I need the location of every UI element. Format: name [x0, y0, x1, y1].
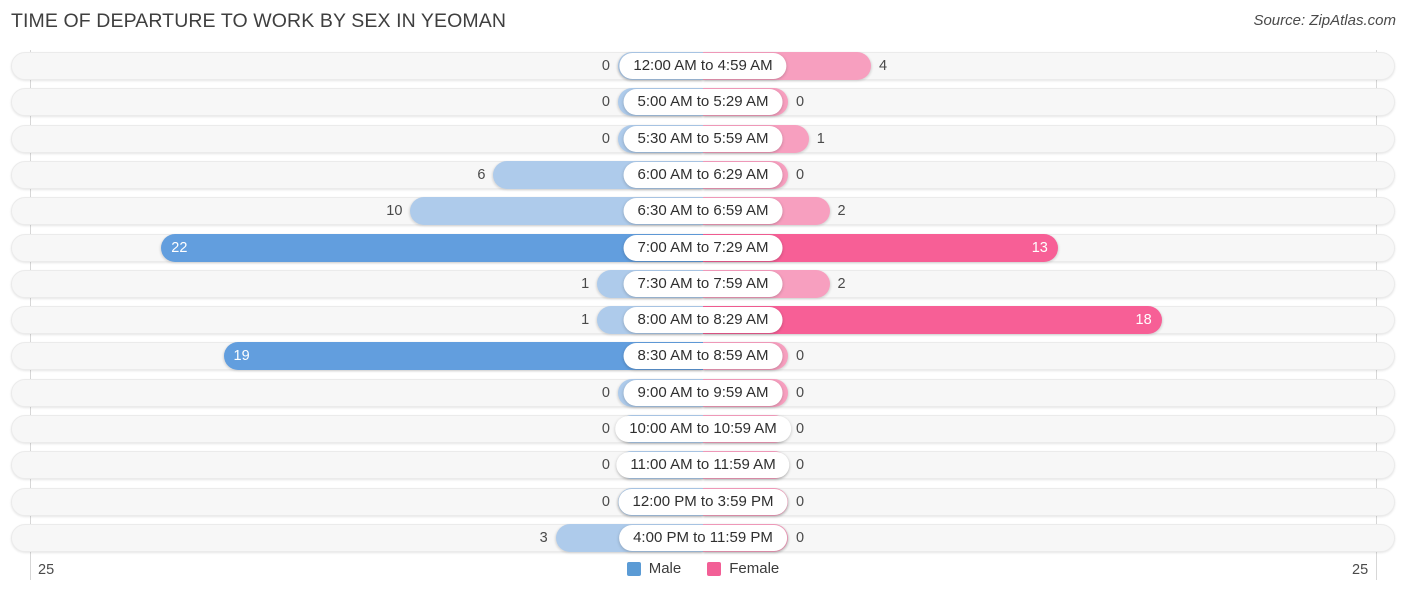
category-label: 6:00 AM to 6:29 AM [623, 161, 783, 188]
value-label-male: 6 [477, 166, 486, 183]
page-title: TIME OF DEPARTURE TO WORK BY SEX IN YEOM… [11, 10, 507, 32]
category-label: 11:00 AM to 11:59 AM [616, 452, 790, 479]
value-label-male: 3 [539, 529, 548, 546]
value-label-female: 4 [879, 58, 888, 74]
source-attribution: Source: ZipAtlas.com [1253, 12, 1396, 29]
category-label: 8:00 AM to 8:29 AM [623, 307, 783, 334]
table-row: 1 18 8:00 AM to 8:29 AM [11, 306, 1395, 335]
value-label-male: 0 [601, 94, 610, 111]
value-label-female: 0 [796, 493, 805, 510]
legend-label: Female [729, 560, 780, 577]
value-label-male: 0 [601, 384, 610, 401]
table-row: 0 4 12:00 AM to 4:59 AM [11, 52, 1395, 80]
value-label-female: 0 [796, 421, 805, 437]
legend-item-female[interactable]: Female [707, 560, 779, 577]
value-label-female: 13 [1031, 239, 1048, 256]
value-label-male: 19 [233, 348, 250, 365]
table-row: 0 0 10:00 AM to 10:59 AM [11, 415, 1395, 443]
table-row: 6 0 6:00 AM to 6:29 AM [11, 160, 1395, 189]
value-label-female: 0 [796, 348, 805, 365]
value-label-female: 2 [837, 203, 846, 220]
category-label: 5:00 AM to 5:29 AM [623, 89, 783, 116]
value-label-female: 1 [816, 130, 825, 147]
value-label-male: 0 [601, 493, 610, 510]
chart-footer: 25 25 Male Female [0, 554, 1406, 595]
category-label: 10:00 AM to 10:59 AM [615, 416, 791, 442]
value-label-female: 18 [1135, 312, 1152, 329]
value-label-female: 0 [796, 529, 805, 546]
value-label-male: 0 [601, 130, 610, 147]
value-label-male: 10 [386, 203, 403, 220]
category-label: 8:30 AM to 8:59 AM [623, 343, 783, 370]
category-label: 5:30 AM to 5:59 AM [623, 125, 783, 152]
table-row: 0 0 5:00 AM to 5:29 AM [11, 88, 1395, 117]
value-label-female: 0 [796, 457, 805, 474]
value-label-female: 0 [796, 94, 805, 111]
table-row: 3 0 4:00 PM to 11:59 PM [11, 523, 1395, 552]
value-label-male: 0 [601, 421, 610, 437]
table-row: 0 0 11:00 AM to 11:59 AM [11, 451, 1395, 480]
category-label: 12:00 PM to 3:59 PM [618, 488, 788, 515]
chart-legend: Male Female [0, 560, 1406, 577]
table-row: 0 0 9:00 AM to 9:59 AM [11, 378, 1395, 407]
value-label-female: 2 [837, 275, 846, 292]
chart-plot-area: 0 4 12:00 AM to 4:59 AM 0 0 5:00 AM to 5:29 A… [0, 50, 1406, 555]
table-row: 10 2 6:30 AM to 6:59 AM [11, 197, 1395, 226]
value-label-male: 0 [601, 457, 610, 474]
category-label: 6:30 AM to 6:59 AM [623, 198, 783, 225]
category-label: 7:30 AM to 7:59 AM [623, 270, 783, 297]
value-label-male: 22 [171, 239, 188, 256]
value-label-male: 0 [601, 58, 610, 74]
category-label: 9:00 AM to 9:59 AM [623, 379, 783, 406]
table-row: 22 13 7:00 AM to 7:29 AM [11, 233, 1395, 262]
value-label-male: 1 [581, 312, 590, 329]
category-label: 12:00 AM to 4:59 AM [619, 53, 787, 79]
value-label-female: 0 [796, 384, 805, 401]
category-label: 4:00 PM to 11:59 PM [619, 524, 787, 551]
legend-swatch-icon [626, 561, 641, 576]
chart-header: TIME OF DEPARTURE TO WORK BY SEX IN YEOM… [0, 0, 1406, 45]
legend-label: Male [648, 560, 682, 577]
category-label: 7:00 AM to 7:29 AM [623, 234, 783, 261]
legend-swatch-icon [707, 561, 722, 576]
value-label-female: 0 [796, 166, 805, 183]
table-row: 1 2 7:30 AM to 7:59 AM [11, 269, 1395, 298]
table-row: 0 0 12:00 PM to 3:59 PM [11, 487, 1395, 516]
table-row: 0 1 5:30 AM to 5:59 AM [11, 124, 1395, 153]
value-label-male: 1 [581, 275, 590, 292]
table-row: 19 0 8:30 AM to 8:59 AM [11, 342, 1395, 371]
bar-male[interactable] [161, 233, 703, 262]
legend-item-male[interactable]: Male [626, 560, 682, 577]
